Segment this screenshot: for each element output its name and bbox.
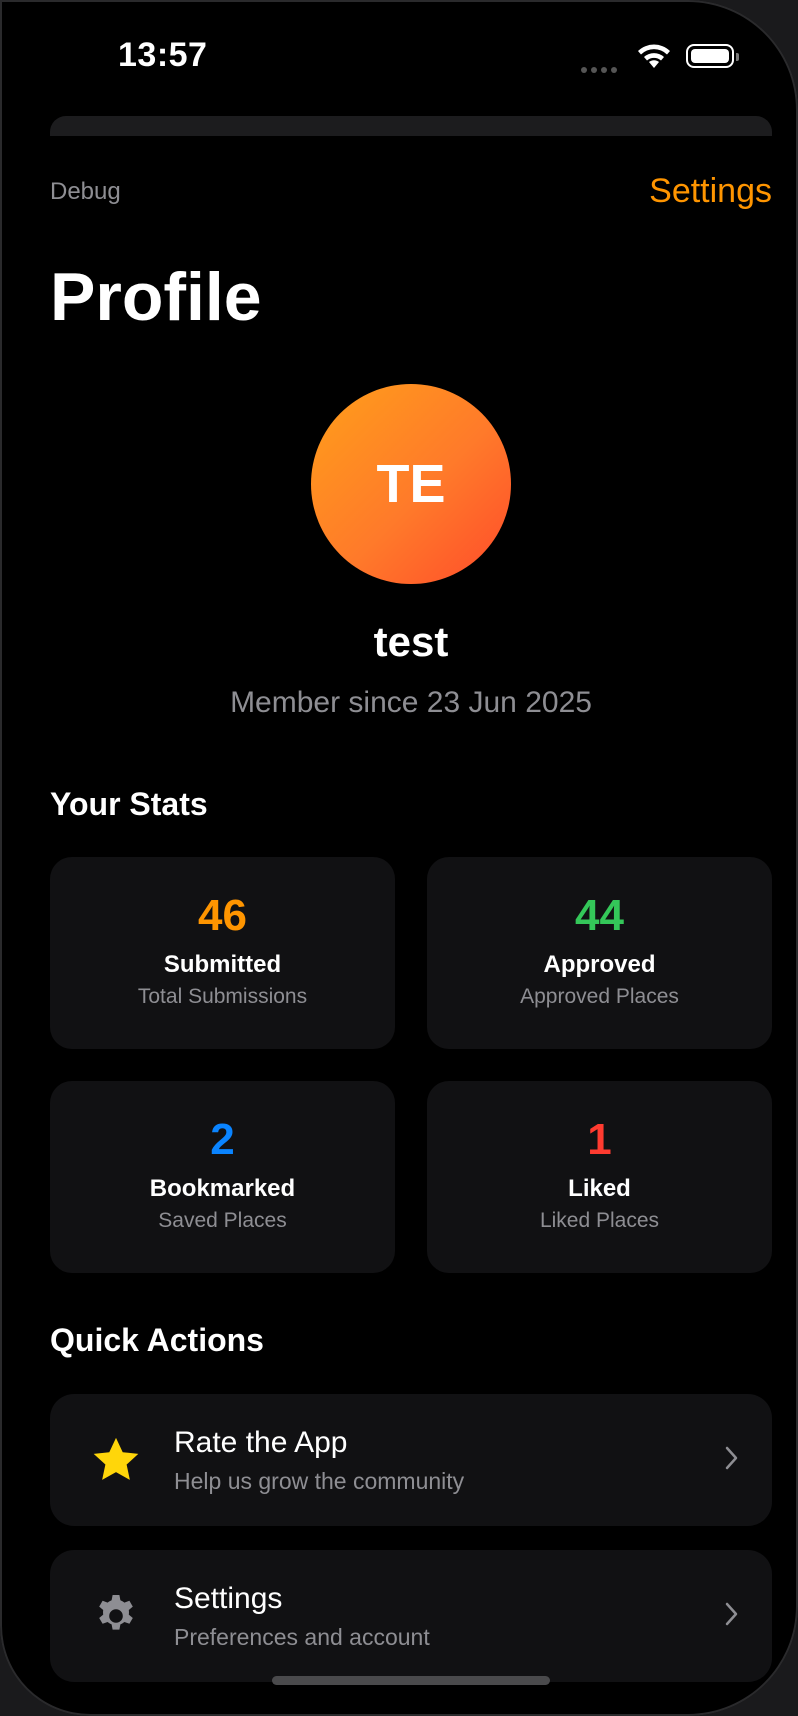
- stat-value: 44: [575, 891, 624, 940]
- status-bar: 13:57: [0, 0, 798, 110]
- stat-card-submitted[interactable]: 46 Submitted Total Submissions: [50, 857, 395, 1049]
- status-time: 13:57: [118, 36, 208, 74]
- action-title: Rate the App: [174, 1426, 348, 1459]
- star-icon: [88, 1432, 144, 1488]
- stat-card-bookmarked[interactable]: 2 Bookmarked Saved Places: [50, 1081, 395, 1273]
- phone-screen: 13:57 Debug Settings Profile TE test Mem…: [0, 0, 798, 1716]
- settings-nav-button[interactable]: Settings: [649, 172, 772, 211]
- gear-icon: [88, 1588, 144, 1644]
- debug-button[interactable]: Debug: [50, 178, 121, 206]
- battery-icon: [686, 44, 739, 68]
- stat-subtitle: Total Submissions: [137, 985, 308, 1008]
- chevron-right-icon: [724, 1600, 740, 1633]
- avatar: TE: [311, 384, 511, 584]
- page-title: Profile: [50, 259, 262, 335]
- stat-value: 2: [210, 1115, 235, 1164]
- action-title: Settings: [174, 1582, 283, 1615]
- home-indicator[interactable]: [272, 1676, 550, 1685]
- stat-card-approved[interactable]: 44 Approved Approved Places: [427, 857, 772, 1049]
- action-subtitle: Help us grow the community: [174, 1468, 465, 1494]
- stat-card-liked[interactable]: 1 Liked Liked Places: [427, 1081, 772, 1273]
- stat-subtitle: Approved Places: [520, 985, 679, 1008]
- stat-label: Bookmarked: [149, 1175, 296, 1202]
- action-subtitle: Preferences and account: [174, 1624, 430, 1650]
- stat-label: Approved: [543, 951, 656, 978]
- quick-actions-heading: Quick Actions: [50, 1322, 264, 1358]
- stat-subtitle: Liked Places: [539, 1209, 660, 1232]
- avatar-initials: TE: [376, 454, 446, 514]
- stat-value: 1: [587, 1115, 612, 1164]
- top-card-edge: [50, 116, 772, 136]
- rate-app-row[interactable]: Rate the App Help us grow the community: [50, 1394, 772, 1526]
- chevron-right-icon: [724, 1444, 740, 1477]
- cellular-signal-icon: [581, 60, 621, 73]
- wifi-icon: [636, 42, 672, 75]
- member-since: Member since 23 Jun 2025: [230, 686, 592, 719]
- stat-label: Submitted: [163, 951, 282, 978]
- stat-value: 46: [198, 891, 247, 940]
- username: test: [373, 618, 449, 665]
- settings-row[interactable]: Settings Preferences and account: [50, 1550, 772, 1682]
- stats-heading: Your Stats: [50, 786, 208, 822]
- stat-label: Liked: [568, 1175, 631, 1202]
- stat-subtitle: Saved Places: [158, 1209, 287, 1232]
